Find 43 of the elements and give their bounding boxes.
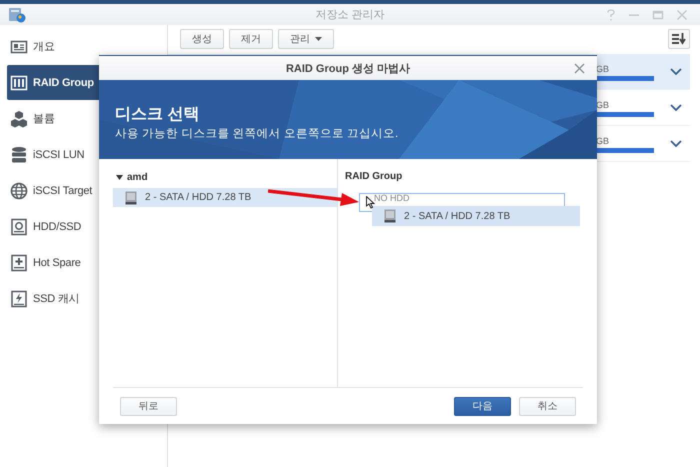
dialog-button[interactable]: 다음 [454,396,511,416]
window-title: 저장소 관리자 [315,8,385,22]
chevron-down-icon[interactable] [670,68,682,76]
toolbar-button[interactable]: 제거 [229,29,273,49]
toolbar-button[interactable]: 관리 [278,29,334,49]
hard-drive-icon [384,209,396,223]
cubes-icon [10,110,28,128]
usage-bar [596,76,654,81]
cursor-icon [366,196,375,209]
close-icon[interactable] [676,8,688,20]
sidebar-item[interactable]: 개요 [7,29,162,64]
close-icon[interactable] [574,63,585,74]
chevron-down-icon[interactable] [670,104,682,112]
sidebar-item[interactable]: SSD 캐시 [7,281,162,316]
sidebar-item[interactable]: HDD/SSD [7,209,162,244]
help-icon[interactable] [606,8,616,20]
toolbar-button[interactable]: 생성 [180,29,224,49]
sort-button[interactable] [668,29,690,49]
chevron-down-icon[interactable] [670,140,682,148]
disk-group-header[interactable]: amd [113,171,148,184]
globe-icon [10,182,28,200]
expand-arrow-icon [116,175,123,180]
raid-icon [10,74,28,92]
app-icon [8,6,26,22]
dragged-disk-item[interactable]: 2 - SATA / HDD 7.28 TB [372,206,580,226]
dialog-button[interactable]: 취소 [519,396,576,416]
step-heading: 디스크 선택 [115,105,200,125]
plus-drive-icon [10,254,28,272]
usage-bar [596,148,654,153]
maximize-icon[interactable] [652,8,664,20]
disk-item[interactable]: 2 - SATA / HDD 7.28 TB [113,188,337,207]
dialog-button[interactable]: 뒤로 [120,396,177,416]
flash-drive-icon [10,290,28,308]
usage-bar [596,112,654,117]
database-icon [10,146,28,164]
caret-icon [315,37,322,41]
hard-drive-icon [10,218,28,236]
sidebar-item[interactable]: Hot Spare [7,245,162,280]
sort-icon [672,33,686,45]
dialog-title: RAID Group 생성 마법사 [286,62,410,76]
step-description: 사용 가능한 디스크를 왼쪽에서 오른쪽으로 끄십시오. [115,127,398,141]
hard-drive-icon [125,190,137,204]
pane-title: RAID Group [345,171,402,184]
